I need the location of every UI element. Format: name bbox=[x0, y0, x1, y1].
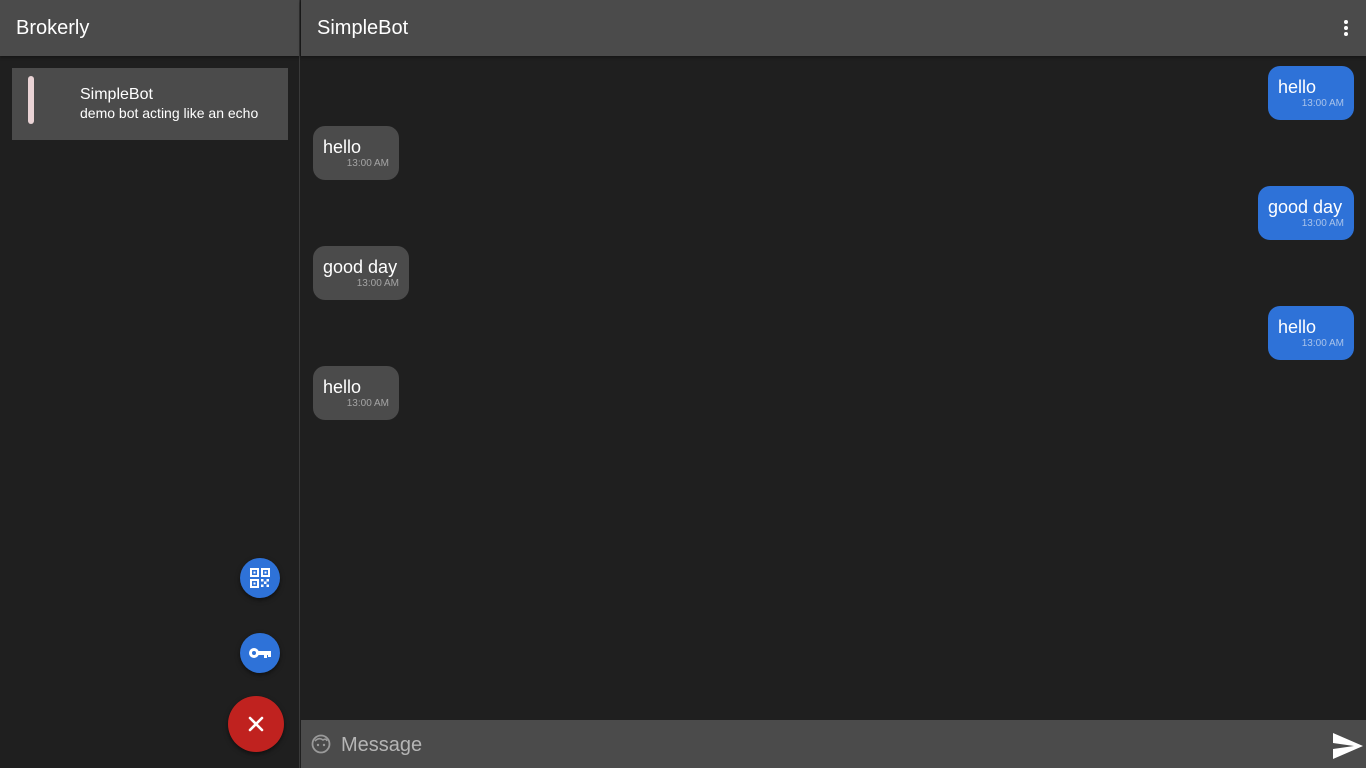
more-options-button[interactable] bbox=[1336, 16, 1356, 40]
app-title: Brokerly bbox=[16, 16, 90, 39]
chat-header: SimpleBot bbox=[301, 0, 1366, 56]
message-text: hello bbox=[1278, 317, 1317, 337]
chat-title: SimpleBot bbox=[317, 16, 409, 39]
message-time: 13:00 AM bbox=[346, 158, 389, 169]
message-text: hello bbox=[323, 377, 362, 397]
message-bubble-outgoing: hello 13:00 AM bbox=[1268, 66, 1354, 120]
message-composer bbox=[301, 720, 1366, 768]
message-time: 13:00 AM bbox=[1301, 338, 1344, 349]
message-bubble-incoming: hello 13:00 AM bbox=[313, 366, 399, 420]
message-time: 13:00 AM bbox=[1301, 218, 1344, 229]
send-button[interactable] bbox=[1332, 732, 1364, 760]
message-input[interactable] bbox=[341, 730, 1301, 760]
chat-list-item-simplebot[interactable]: SimpleBot demo bot acting like an echo bbox=[12, 68, 288, 140]
message-text: hello bbox=[1278, 77, 1317, 97]
message-bubble-outgoing: good day 13:00 AM bbox=[1258, 186, 1354, 240]
emoji-icon bbox=[311, 734, 331, 754]
message-list: hello 13:00 AM hello 13:00 AM good day 1… bbox=[301, 56, 1366, 720]
chat-list-item-texts: SimpleBot demo bot acting like an echo bbox=[80, 86, 258, 122]
chat-panel: SimpleBot hello 13:00 AM hello 13:00 AM … bbox=[301, 0, 1366, 768]
message-text: good day bbox=[1268, 197, 1343, 217]
message-bubble-incoming: good day 13:00 AM bbox=[313, 246, 409, 300]
close-icon bbox=[248, 716, 264, 732]
message-bubble-incoming: hello 13:00 AM bbox=[313, 126, 399, 180]
sidebar-header: Brokerly bbox=[0, 0, 299, 56]
key-button[interactable] bbox=[240, 633, 280, 673]
chat-list-item-name: SimpleBot bbox=[80, 86, 153, 103]
qr-code-icon bbox=[250, 568, 270, 588]
qr-code-button[interactable] bbox=[240, 558, 280, 598]
message-text: hello bbox=[323, 137, 362, 157]
chat-list-item-description: demo bot acting like an echo bbox=[80, 105, 259, 121]
message-time: 13:00 AM bbox=[346, 398, 389, 409]
message-bubble-outgoing: hello 13:00 AM bbox=[1268, 306, 1354, 360]
message-text: good day bbox=[323, 257, 398, 277]
avatar bbox=[28, 76, 34, 124]
message-time: 13:00 AM bbox=[1301, 98, 1344, 109]
key-icon bbox=[249, 648, 271, 658]
send-icon bbox=[1333, 733, 1363, 759]
more-vert-icon bbox=[1344, 20, 1348, 36]
emoji-button[interactable] bbox=[311, 734, 331, 754]
message-time: 13:00 AM bbox=[356, 278, 399, 289]
close-button[interactable] bbox=[228, 696, 284, 752]
sidebar: Brokerly SimpleBot demo bot acting like … bbox=[0, 0, 300, 768]
